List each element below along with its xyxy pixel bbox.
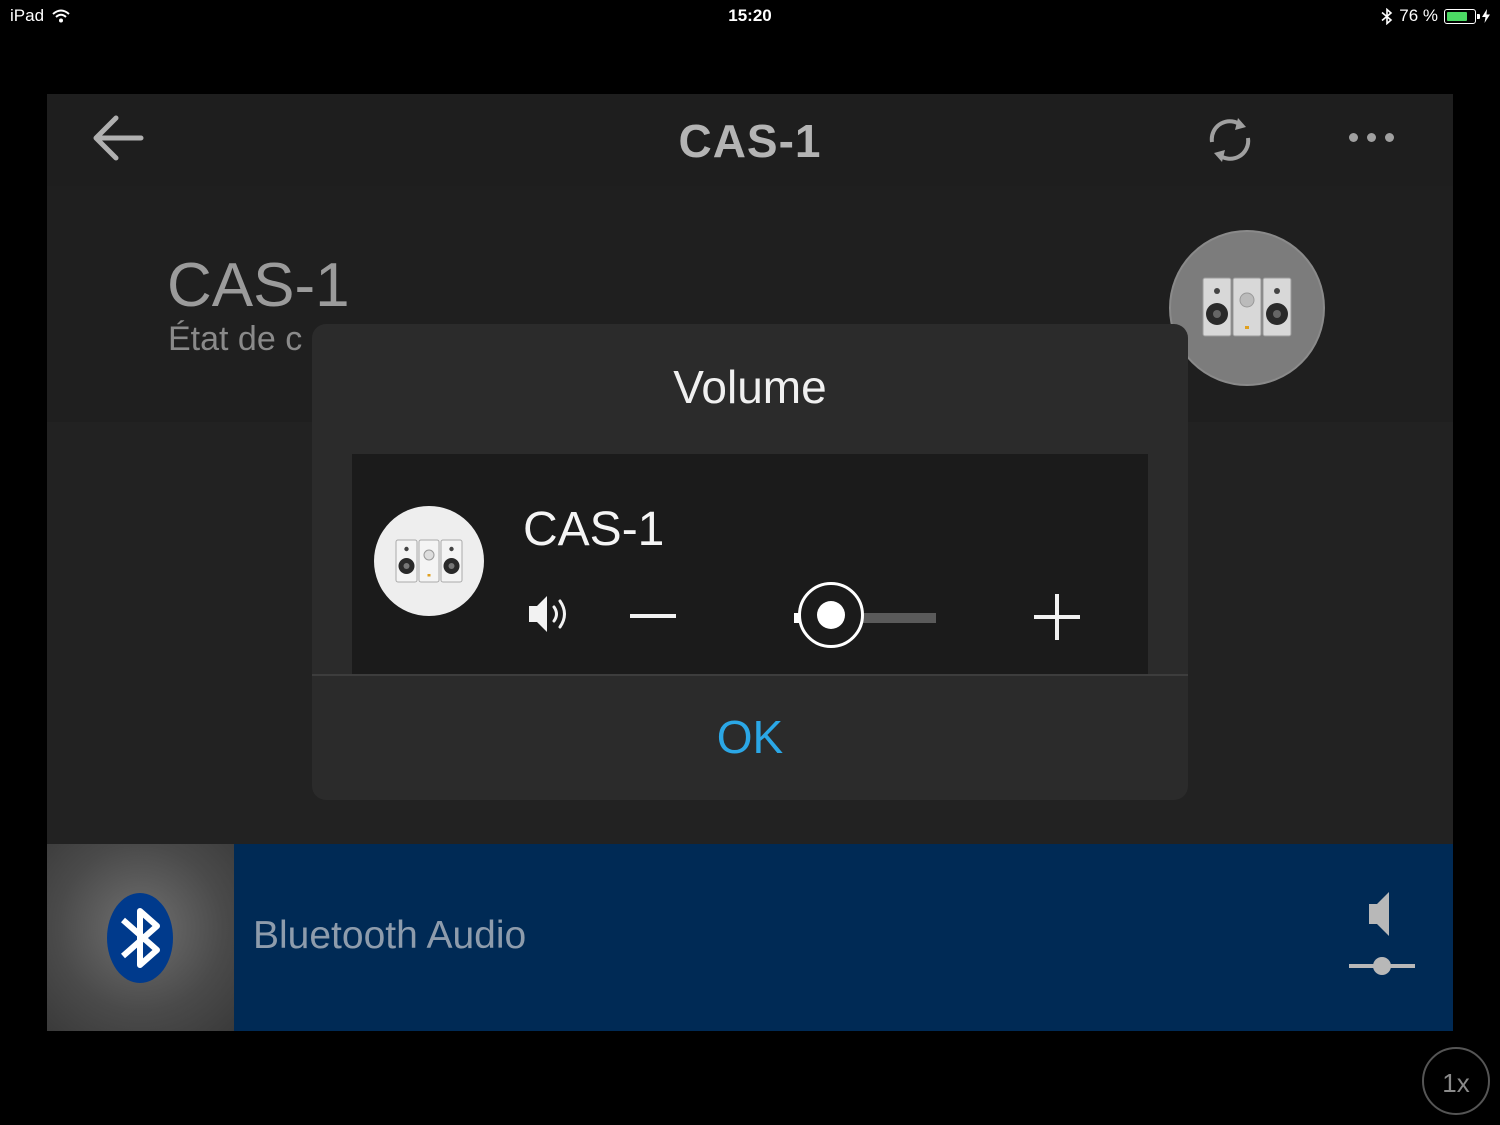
- dialog-title: Volume: [673, 361, 827, 413]
- device-volume-name: CAS-1: [523, 503, 665, 556]
- volume-slider[interactable]: [772, 582, 936, 652]
- volume-dialog: Volume CAS-1 OK: [312, 324, 1188, 800]
- ok-button[interactable]: OK: [312, 676, 1188, 800]
- device-avatar-small: [374, 506, 484, 616]
- speaker-icon: [529, 596, 566, 632]
- volume-up-button[interactable]: [1032, 592, 1082, 642]
- volume-slider-thumb[interactable]: [798, 582, 865, 648]
- minus-icon: [630, 614, 676, 618]
- mute-button[interactable]: [527, 590, 575, 638]
- speaker-system-icon: [395, 539, 463, 583]
- plus-icon: [1034, 594, 1080, 640]
- modal-overlay: Volume CAS-1 OK: [0, 0, 1500, 1125]
- device-volume-row: CAS-1: [352, 454, 1148, 674]
- volume-down-button[interactable]: [628, 596, 678, 636]
